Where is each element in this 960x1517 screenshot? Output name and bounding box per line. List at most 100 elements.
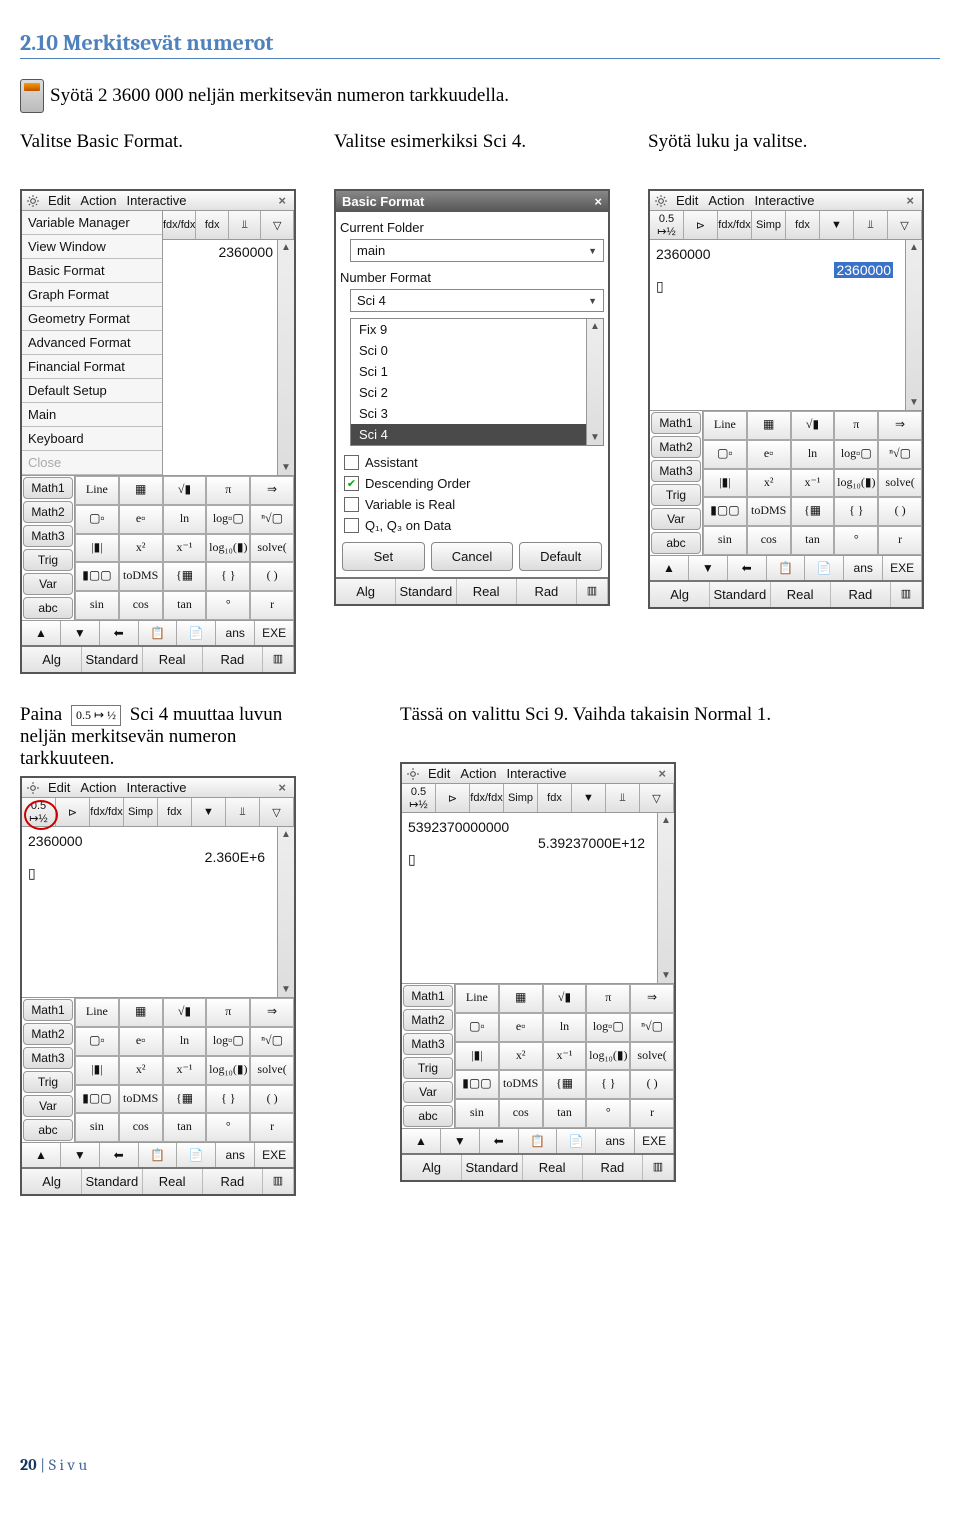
bottom-key[interactable]: 📄 xyxy=(177,1143,216,1167)
key[interactable]: cos xyxy=(499,1099,543,1128)
list-item[interactable]: Sci 1 xyxy=(351,361,586,382)
status-rad[interactable]: Rad xyxy=(203,1169,263,1194)
key[interactable]: r xyxy=(250,591,294,620)
key[interactable]: ▢▫ xyxy=(455,1013,499,1042)
tab-math1[interactable]: Math1 xyxy=(651,412,701,434)
tab-math3[interactable]: Math3 xyxy=(403,1033,453,1055)
key[interactable]: e▫ xyxy=(119,505,163,534)
toolbar-btn[interactable]: ⫫ xyxy=(229,211,262,239)
list-item[interactable]: Sci 0 xyxy=(351,340,586,361)
key[interactable]: ° xyxy=(586,1099,630,1128)
bottom-key[interactable]: 📋 xyxy=(139,1143,178,1167)
key[interactable]: sin xyxy=(703,526,747,555)
status-standard[interactable]: Standard xyxy=(710,582,770,607)
status-rad[interactable]: Rad xyxy=(831,582,891,607)
bottom-key[interactable]: EXE xyxy=(883,556,922,580)
key[interactable]: x² xyxy=(119,534,163,563)
menu-edit[interactable]: Edit xyxy=(674,193,700,208)
key[interactable]: x² xyxy=(119,1056,163,1085)
menu-item[interactable]: Graph Format xyxy=(22,283,162,307)
close-icon[interactable]: × xyxy=(594,194,602,209)
tab-math1[interactable]: Math1 xyxy=(23,477,73,499)
bottom-key[interactable]: ▲ xyxy=(650,556,689,580)
toolbar-btn[interactable]: Simp xyxy=(124,798,158,826)
toolbar-btn[interactable]: ⊳ xyxy=(56,798,90,826)
key[interactable]: ln xyxy=(791,440,835,469)
menu-item[interactable]: Geometry Format xyxy=(22,307,162,331)
key[interactable]: ▦ xyxy=(119,476,163,505)
toolbar-btn-half[interactable]: 0.5↦½ xyxy=(402,784,436,812)
toolbar-btn[interactable]: Simp xyxy=(752,211,786,239)
bottom-key[interactable]: EXE xyxy=(255,1143,294,1167)
menu-item[interactable]: Keyboard xyxy=(22,427,162,451)
work-area[interactable]: 5392370000000 5.39237000E+12 ▯ xyxy=(402,813,657,983)
scrollbar[interactable]: ▲▼ xyxy=(277,827,294,997)
set-button[interactable]: Set xyxy=(342,542,425,571)
bottom-key[interactable]: 📋 xyxy=(767,556,806,580)
key[interactable]: π xyxy=(586,984,630,1013)
toolbar-btn[interactable]: ⫫ xyxy=(606,784,640,812)
toolbar-btn[interactable]: ⫫ xyxy=(854,211,888,239)
key[interactable]: { } xyxy=(206,562,250,591)
menu-item[interactable]: View Window xyxy=(22,235,162,259)
key[interactable]: toDMS xyxy=(499,1070,543,1099)
menu-interactive[interactable]: Interactive xyxy=(125,193,189,208)
list-item[interactable]: Fix 9 xyxy=(351,319,586,340)
bottom-key[interactable]: ⬅ xyxy=(480,1129,519,1153)
key[interactable]: r xyxy=(630,1099,674,1128)
key[interactable]: ( ) xyxy=(250,1085,294,1114)
menu-interactive[interactable]: Interactive xyxy=(125,780,189,795)
list-item[interactable]: Sci 2 xyxy=(351,382,586,403)
key[interactable]: |▮| xyxy=(75,1056,119,1085)
key[interactable]: ▮▢▢ xyxy=(703,497,747,526)
current-folder-select[interactable]: main▼ xyxy=(350,239,604,262)
key[interactable]: Line xyxy=(455,984,499,1013)
key[interactable]: e▫ xyxy=(747,440,791,469)
bottom-key[interactable]: ▲ xyxy=(22,621,61,645)
status-alg[interactable]: Alg xyxy=(402,1155,462,1180)
menu-edit[interactable]: Edit xyxy=(46,780,72,795)
toolbar-btn[interactable]: ▼ xyxy=(572,784,606,812)
close-icon[interactable]: × xyxy=(654,766,670,781)
check-variable-real[interactable]: Variable is Real xyxy=(340,494,604,515)
scroll-up-icon[interactable]: ▲ xyxy=(281,829,291,840)
key[interactable]: ▮▢▢ xyxy=(455,1070,499,1099)
bottom-key[interactable]: ▲ xyxy=(402,1129,441,1153)
gear-icon[interactable] xyxy=(654,194,668,208)
bottom-key[interactable]: 📄 xyxy=(177,621,216,645)
key[interactable]: π xyxy=(834,411,878,440)
key[interactable]: tan xyxy=(543,1099,587,1128)
close-icon[interactable]: × xyxy=(902,193,918,208)
scroll-up-icon[interactable]: ▲ xyxy=(281,242,291,253)
tab-trig[interactable]: Trig xyxy=(651,484,701,506)
status-real[interactable]: Real xyxy=(143,1169,203,1194)
key[interactable]: tan xyxy=(163,1113,207,1142)
toolbar-btn[interactable]: fdx xyxy=(538,784,572,812)
toolbar-btn-half[interactable]: 0.5↦½ xyxy=(22,798,56,826)
number-format-select[interactable]: Sci 4▼ xyxy=(350,289,604,312)
key[interactable]: x⁻¹ xyxy=(163,534,207,563)
toolbar-btn[interactable]: fdx xyxy=(786,211,820,239)
key[interactable]: ⇒ xyxy=(250,476,294,505)
key[interactable]: solve( xyxy=(250,1056,294,1085)
toolbar-btn[interactable]: fdx xyxy=(158,798,192,826)
toolbar-btn[interactable]: fdx/fdx xyxy=(163,211,196,239)
menu-item[interactable]: Default Setup xyxy=(22,379,162,403)
check-q1q3[interactable]: Q₁, Q₃ on Data xyxy=(340,515,604,536)
key[interactable]: tan xyxy=(791,526,835,555)
key[interactable]: {▦ xyxy=(791,497,835,526)
bottom-key[interactable]: ▼ xyxy=(61,621,100,645)
key[interactable]: { } xyxy=(834,497,878,526)
key[interactable]: √▮ xyxy=(791,411,835,440)
tab-math1[interactable]: Math1 xyxy=(23,999,73,1021)
key[interactable]: π xyxy=(206,476,250,505)
key[interactable]: r xyxy=(878,526,922,555)
bottom-key[interactable]: 📋 xyxy=(139,621,178,645)
key[interactable]: tan xyxy=(163,591,207,620)
key[interactable]: { } xyxy=(206,1085,250,1114)
key[interactable]: ⁿ√▢ xyxy=(250,1027,294,1056)
tab-math2[interactable]: Math2 xyxy=(23,501,73,523)
toolbar-btn[interactable]: fdx/fdx xyxy=(718,211,752,239)
key[interactable]: solve( xyxy=(250,534,294,563)
key[interactable]: x⁻¹ xyxy=(543,1042,587,1071)
